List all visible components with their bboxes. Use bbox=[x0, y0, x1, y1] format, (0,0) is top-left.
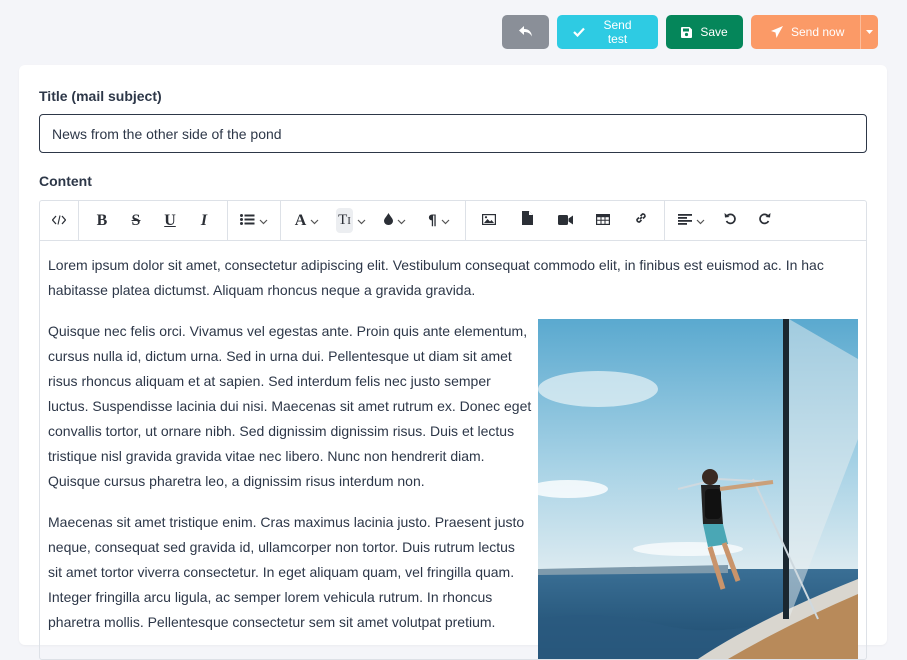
underline-button[interactable]: U bbox=[153, 205, 187, 236]
caret-down-icon bbox=[865, 30, 873, 34]
sailing-photo bbox=[538, 319, 858, 659]
editor-content[interactable]: Lorem ipsum dolor sit amet, consectetur … bbox=[40, 241, 866, 659]
strikethrough-button[interactable]: S bbox=[119, 205, 153, 236]
paragraph: Lorem ipsum dolor sit amet, consectetur … bbox=[48, 257, 824, 298]
paper-plane-icon bbox=[771, 26, 783, 38]
send-test-label: Send test bbox=[603, 18, 632, 46]
chevron-down-icon bbox=[357, 212, 366, 230]
redo-button[interactable] bbox=[747, 205, 781, 236]
title-label: Title (mail subject) bbox=[39, 88, 162, 104]
insert-image-button[interactable] bbox=[470, 205, 508, 236]
italic-button[interactable]: I bbox=[187, 205, 221, 236]
send-options-dropdown[interactable] bbox=[859, 15, 878, 49]
send-test-button[interactable]: Send test bbox=[557, 15, 658, 49]
save-button[interactable]: Save bbox=[666, 15, 743, 49]
insert-table-button[interactable] bbox=[584, 205, 622, 236]
link-icon bbox=[634, 211, 648, 230]
align-icon bbox=[677, 212, 692, 230]
insert-link-button[interactable] bbox=[622, 205, 660, 236]
undo-icon bbox=[724, 212, 737, 230]
list-button[interactable] bbox=[232, 205, 276, 236]
underline-icon: U bbox=[164, 211, 176, 229]
insert-file-button[interactable] bbox=[508, 205, 546, 236]
check-icon bbox=[573, 27, 585, 37]
action-bar: Send test Save Send now bbox=[502, 15, 878, 49]
paragraph-button[interactable]: ¶ bbox=[417, 205, 461, 236]
send-now-split-button: Send now bbox=[751, 15, 878, 49]
bold-icon: B bbox=[96, 211, 108, 229]
italic-icon: I bbox=[200, 211, 208, 229]
rich-text-editor: B S U I A TI ¶ Lorem ipsum dolor sit ame… bbox=[39, 200, 867, 660]
floppy-icon bbox=[681, 26, 693, 38]
chevron-down-icon bbox=[397, 212, 406, 230]
highlight-icon bbox=[384, 212, 393, 230]
reply-icon bbox=[518, 26, 533, 38]
align-button[interactable] bbox=[669, 205, 713, 236]
highlight-button[interactable] bbox=[373, 205, 417, 236]
chevron-down-icon bbox=[310, 212, 319, 230]
code-view-icon bbox=[51, 212, 67, 230]
text-size-button[interactable]: TI bbox=[329, 205, 373, 236]
title-input[interactable] bbox=[39, 114, 867, 153]
font-color-button[interactable]: A bbox=[285, 205, 329, 236]
bold-button[interactable]: B bbox=[85, 205, 119, 236]
chevron-down-icon bbox=[441, 212, 450, 230]
back-button[interactable] bbox=[502, 15, 549, 49]
strikethrough-icon: S bbox=[131, 211, 141, 229]
chevron-down-icon bbox=[696, 212, 705, 230]
send-now-label: Send now bbox=[791, 25, 845, 39]
video-icon bbox=[557, 212, 573, 230]
code-view-button[interactable] bbox=[42, 205, 76, 236]
chevron-down-icon bbox=[259, 212, 268, 230]
paragraph-icon: ¶ bbox=[428, 212, 437, 229]
save-label: Save bbox=[700, 25, 728, 39]
editor-toolbar: B S U I A TI ¶ bbox=[40, 201, 866, 241]
image-icon bbox=[482, 212, 497, 230]
table-icon bbox=[596, 212, 611, 230]
undo-button[interactable] bbox=[713, 205, 747, 236]
content-label: Content bbox=[39, 173, 92, 189]
text-size-icon: TI bbox=[336, 208, 353, 233]
redo-icon bbox=[758, 212, 771, 230]
campaign-form-card: Title (mail subject) Content B S U I bbox=[19, 65, 887, 660]
file-icon bbox=[521, 211, 533, 230]
list-icon bbox=[240, 212, 255, 230]
font-color-icon: A bbox=[294, 211, 307, 229]
send-now-button[interactable]: Send now bbox=[751, 25, 852, 39]
insert-video-button[interactable] bbox=[546, 205, 584, 236]
